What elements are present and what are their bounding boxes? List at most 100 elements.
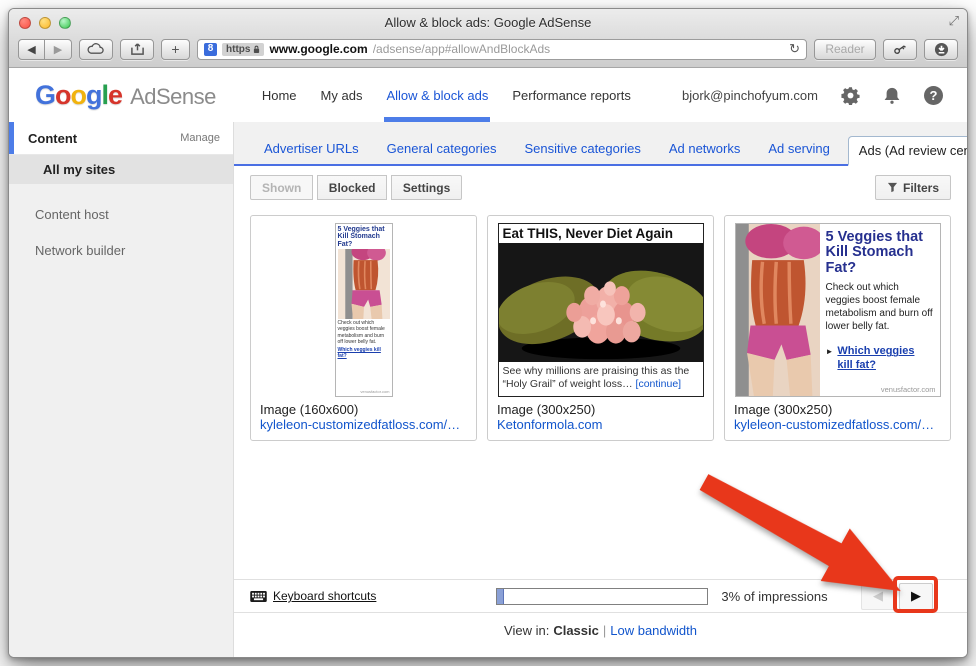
fullscreen-icon[interactable]: ⤢ <box>949 13 959 29</box>
icloud-tabs-button[interactable] <box>79 39 113 60</box>
logo-letter: o <box>55 80 71 110</box>
share-icon <box>130 42 145 56</box>
ad-card[interactable]: 5 Veggies that Kill Stomach Fat? Check o… <box>250 215 477 441</box>
help-button[interactable]: ? <box>924 86 943 105</box>
account-email: bjork@pinchofyum.com <box>682 88 818 103</box>
torso-illustration <box>338 249 390 319</box>
site-favicon: 8 <box>204 43 217 56</box>
minimize-window-button[interactable] <box>39 17 51 29</box>
torso-illustration <box>736 224 820 396</box>
ad-preview-wrap: 5 Veggies that Kill Stomach Fat? Check o… <box>260 224 467 395</box>
ad-cta-row: ► Which veggies kill fat? <box>826 345 934 371</box>
shown-button[interactable]: Shown <box>250 175 313 200</box>
zoom-window-button[interactable] <box>59 17 71 29</box>
new-tab-button[interactable]: + <box>161 39 190 60</box>
previous-page-button[interactable]: ◀ <box>861 583 895 610</box>
arrow-bullet-icon: ► <box>826 347 834 356</box>
screenshot-canvas: Allow & block ads: Google AdSense ⤢ ◀ ▶ … <box>0 0 976 666</box>
ad-card[interactable]: Eat THIS, Never Diet Again See why milli… <box>487 215 714 441</box>
window-title: Allow & block ads: Google AdSense <box>385 15 592 30</box>
ad-size-label: Image (300x250) <box>734 402 941 417</box>
impressions-progress-fill <box>497 589 503 604</box>
nav-item-performance-reports[interactable]: Performance reports <box>500 68 643 122</box>
sidebar-manage-link[interactable]: Manage <box>180 132 220 144</box>
sidebar-item-content-host[interactable]: Content host <box>9 196 233 232</box>
tab-advertiser-urls[interactable]: Advertiser URLs <box>254 135 369 164</box>
ad-destination-link[interactable]: kyleleon-customizedfatloss.com/… <box>260 417 467 432</box>
settings-button[interactable] <box>840 85 860 105</box>
https-badge: https <box>222 43 264 56</box>
password-manager-button[interactable] <box>883 39 917 60</box>
adsense-header: Google AdSense Home My ads Allow & block… <box>9 68 967 122</box>
blocked-button[interactable]: Blocked <box>317 175 388 200</box>
reader-button[interactable]: Reader <box>814 39 876 60</box>
ad-destination-link[interactable]: kyleleon-customizedfatloss.com/… <box>734 417 941 432</box>
nav-item-allow-block-ads[interactable]: Allow & block ads <box>374 68 500 122</box>
ad-destination-link[interactable]: Ketonformola.com <box>497 417 704 432</box>
filters-button[interactable]: Filters <box>875 175 951 200</box>
nav-item-my-ads[interactable]: My ads <box>309 68 375 122</box>
tab-sensitive-categories[interactable]: Sensitive categories <box>514 135 650 164</box>
next-page-button[interactable]: ▶ <box>899 583 933 610</box>
refresh-icon[interactable]: ↻ <box>789 41 800 57</box>
nav-item-home[interactable]: Home <box>250 68 309 122</box>
ad-continue-link: [continue] <box>636 378 682 390</box>
ad-preview-rectangle: 5 Veggies that Kill Stomach Fat? Check o… <box>735 223 941 397</box>
impressions-progress-bar <box>496 588 708 605</box>
filters-label: Filters <box>903 181 939 195</box>
ad-preview-wrap: 5 Veggies that Kill Stomach Fat? Check o… <box>734 224 941 395</box>
bell-icon <box>883 86 901 105</box>
sidebar-item-all-my-sites[interactable]: All my sites <box>9 155 233 184</box>
fruit-photo <box>499 243 703 363</box>
status-bar: Keyboard shortcuts 3% of impressions ◀ ▶ <box>234 579 967 613</box>
close-window-button[interactable] <box>19 17 31 29</box>
keyboard-shortcuts-link[interactable]: Keyboard shortcuts <box>250 589 376 603</box>
logo-letter: o <box>71 80 87 110</box>
tab-general-categories[interactable]: General categories <box>377 135 507 164</box>
logo-letter: e <box>108 80 122 110</box>
google-adsense-logo: Google AdSense <box>35 80 216 111</box>
https-label: https <box>226 44 250 55</box>
browser-toolbar: ◀ ▶ + 8 https www.google.com <box>9 36 967 67</box>
ad-headline: Eat THIS, Never Diet Again <box>499 224 703 243</box>
notifications-button[interactable] <box>882 85 902 105</box>
ad-size-label: Image (300x250) <box>497 402 704 417</box>
sidebar-item-network-builder[interactable]: Network builder <box>9 232 233 268</box>
tab-strip: Advertiser URLs General categories Sensi… <box>234 122 967 166</box>
settings-button-small[interactable]: Settings <box>391 175 462 200</box>
tab-ads-ad-review-center[interactable]: Ads (Ad review center) <box>848 136 968 166</box>
gear-icon <box>841 86 860 105</box>
url-domain: www.google.com <box>269 42 367 56</box>
tab-ad-networks[interactable]: Ad networks <box>659 135 751 164</box>
ad-card[interactable]: 5 Veggies that Kill Stomach Fat? Check o… <box>724 215 951 441</box>
url-path: /adsense/app#allowAndBlockAds <box>373 42 784 56</box>
logo-letter: g <box>86 80 102 110</box>
ad-preview-photo: Eat THIS, Never Diet Again See why milli… <box>498 223 704 397</box>
address-bar[interactable]: 8 https www.google.com /adsense/app#allo… <box>197 39 807 60</box>
tab-ad-serving[interactable]: Ad serving <box>758 135 839 164</box>
share-button[interactable] <box>120 39 154 60</box>
titlebar[interactable]: Allow & block ads: Google AdSense ⤢ <box>9 9 967 36</box>
ad-body-text: Check out which veggies boost female met… <box>338 320 390 346</box>
sidebar-gap <box>9 184 233 196</box>
low-bandwidth-link[interactable]: Low bandwidth <box>610 623 697 638</box>
ad-preview-wrap: Eat THIS, Never Diet Again See why milli… <box>497 224 704 395</box>
sidebar-section-content[interactable]: Content Manage <box>9 122 233 155</box>
logo-letter: G <box>35 80 55 110</box>
google-logo: Google <box>35 80 122 111</box>
history-buttons: ◀ ▶ <box>18 39 72 60</box>
ad-cta-link: Which veggies kill fat? <box>338 347 390 359</box>
ad-body-text: Check out which veggies boost female met… <box>826 281 934 333</box>
forward-button[interactable]: ▶ <box>45 39 72 60</box>
impressions-label: 3% of impressions <box>721 589 827 604</box>
keyboard-shortcuts-label[interactable]: Keyboard shortcuts <box>273 589 376 603</box>
view-classic-label: Classic <box>553 623 599 638</box>
page-body: Content Manage All my sites Content host… <box>9 122 967 657</box>
main-content: Advertiser URLs General categories Sensi… <box>234 122 967 657</box>
back-button[interactable]: ◀ <box>18 39 45 60</box>
ad-headline: 5 Veggies that Kill Stomach Fat? <box>338 226 390 249</box>
browser-window: Allow & block ads: Google AdSense ⤢ ◀ ▶ … <box>8 8 968 658</box>
ad-headline: 5 Veggies that Kill Stomach Fat? <box>826 230 934 277</box>
downloads-button[interactable] <box>924 39 958 60</box>
download-icon <box>934 42 949 57</box>
